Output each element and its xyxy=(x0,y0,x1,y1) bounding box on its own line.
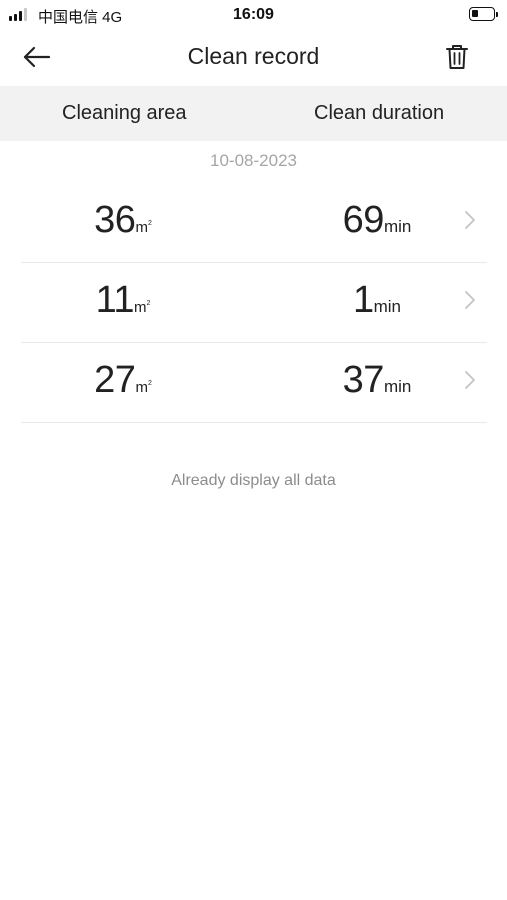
area-number: 11 xyxy=(95,279,135,321)
top-nav-bar: Clean record xyxy=(0,32,507,84)
record-row[interactable]: 36m2 69min xyxy=(21,183,487,263)
status-time: 16:09 xyxy=(233,6,274,23)
column-header-cleaning-area: Cleaning area xyxy=(62,102,187,124)
duration-number: 1 xyxy=(352,279,374,321)
area-unit: m2 xyxy=(134,299,151,316)
chevron-right-icon xyxy=(465,371,475,389)
cleaning-area-value: 11m2 xyxy=(73,279,173,322)
duration-number: 37 xyxy=(342,359,385,401)
duration-unit: min xyxy=(383,377,412,396)
page-title: Clean record xyxy=(187,43,320,69)
end-of-list-note: Already display all data xyxy=(171,472,336,489)
chevron-right-icon xyxy=(465,291,475,309)
battery-icon xyxy=(469,7,498,21)
cleaning-area-value: 27m2 xyxy=(73,359,173,402)
column-header-clean-duration: Clean duration xyxy=(314,102,445,124)
area-unit: m2 xyxy=(135,219,152,236)
delete-button[interactable] xyxy=(443,42,471,72)
duration-unit: min xyxy=(373,297,402,316)
record-row[interactable]: 27m2 37min xyxy=(21,343,487,423)
area-number: 36 xyxy=(94,199,136,241)
area-unit: m2 xyxy=(135,379,152,396)
trash-icon xyxy=(446,45,468,69)
column-header-bar: Cleaning area Clean duration xyxy=(0,86,507,141)
status-bar: 中国电信 4G 16:09 xyxy=(0,0,507,30)
cleaning-area-value: 36m2 xyxy=(73,199,173,242)
clean-duration-value: 69min xyxy=(317,199,437,242)
duration-unit: min xyxy=(383,217,412,236)
duration-number: 69 xyxy=(342,199,385,241)
chevron-right-icon xyxy=(465,211,475,229)
area-number: 27 xyxy=(94,359,136,401)
clean-duration-value: 37min xyxy=(317,359,437,402)
record-date: 10-08-2023 xyxy=(210,151,297,170)
record-row[interactable]: 11m2 1min xyxy=(21,263,487,343)
clean-duration-value: 1min xyxy=(317,279,437,322)
